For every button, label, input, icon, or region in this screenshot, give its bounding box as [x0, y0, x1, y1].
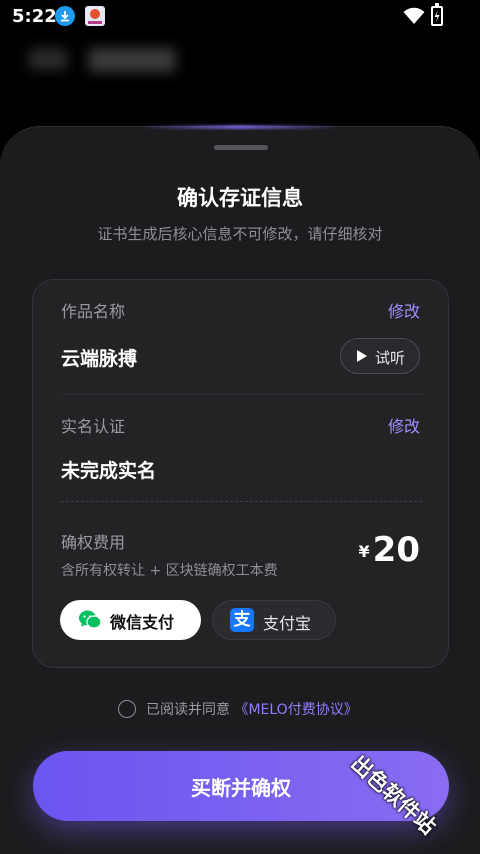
dashed-divider	[61, 501, 422, 502]
realname-status-value: 未完成实名	[61, 460, 157, 482]
battery-icon	[431, 3, 443, 26]
edit-realname-link[interactable]: 修改	[388, 413, 420, 437]
status-bar: 5:22	[0, 0, 480, 32]
preview-listen-label: 试听	[375, 349, 406, 367]
sheet-title: 确认存证信息	[177, 186, 303, 210]
agreement-link[interactable]: 《MELO付费协议》	[234, 702, 357, 718]
wifi-icon	[403, 7, 425, 24]
agreement-checkbox[interactable]	[118, 700, 136, 718]
confirm-bottom-sheet: 确认存证信息 证书生成后核心信息不可修改，请仔细核对 作品名称 修改 云端脉搏 …	[0, 125, 480, 854]
info-card: 作品名称 修改 云端脉搏 试听 实名认证 修改 未完成实名 确权费用 含所有权转…	[32, 279, 449, 668]
edit-work-name-link[interactable]: 修改	[388, 298, 420, 322]
agreement-text: 已阅读并同意 《MELO付费协议》	[146, 699, 358, 719]
divider	[61, 394, 422, 395]
fee-label: 确权费用	[61, 533, 126, 552]
price-amount: 20	[372, 530, 420, 570]
blurred-header-title	[88, 48, 176, 72]
fee-description: 含所有权转让 + 区块链确权工本费	[61, 563, 278, 579]
sheet-subtitle: 证书生成后核心信息不可修改，请仔细核对	[97, 225, 383, 243]
status-time: 5:22	[12, 6, 57, 27]
wechat-pay-label: 微信支付	[110, 613, 175, 632]
agreement-prefix: 已阅读并同意	[146, 702, 230, 718]
realname-label: 实名认证	[61, 417, 126, 436]
wechat-pay-option[interactable]: 微信支付	[60, 600, 201, 640]
currency-symbol: ¥	[358, 542, 370, 561]
sheet-drag-handle[interactable]	[214, 145, 268, 150]
play-icon	[357, 350, 367, 362]
sheet-top-glow	[140, 125, 340, 129]
download-notification-icon	[55, 6, 75, 26]
app-notification-icon	[85, 6, 105, 26]
alipay-option[interactable]: 支 支付宝	[212, 600, 336, 640]
work-name-value: 云端脉搏	[61, 348, 138, 370]
price: ¥20	[359, 530, 420, 570]
wechat-icon	[79, 610, 102, 629]
alipay-label: 支付宝	[263, 614, 312, 633]
work-name-label: 作品名称	[61, 302, 126, 321]
preview-listen-button[interactable]: 试听	[340, 338, 420, 374]
blurred-header-icon	[28, 48, 68, 70]
alipay-icon: 支	[230, 608, 254, 632]
